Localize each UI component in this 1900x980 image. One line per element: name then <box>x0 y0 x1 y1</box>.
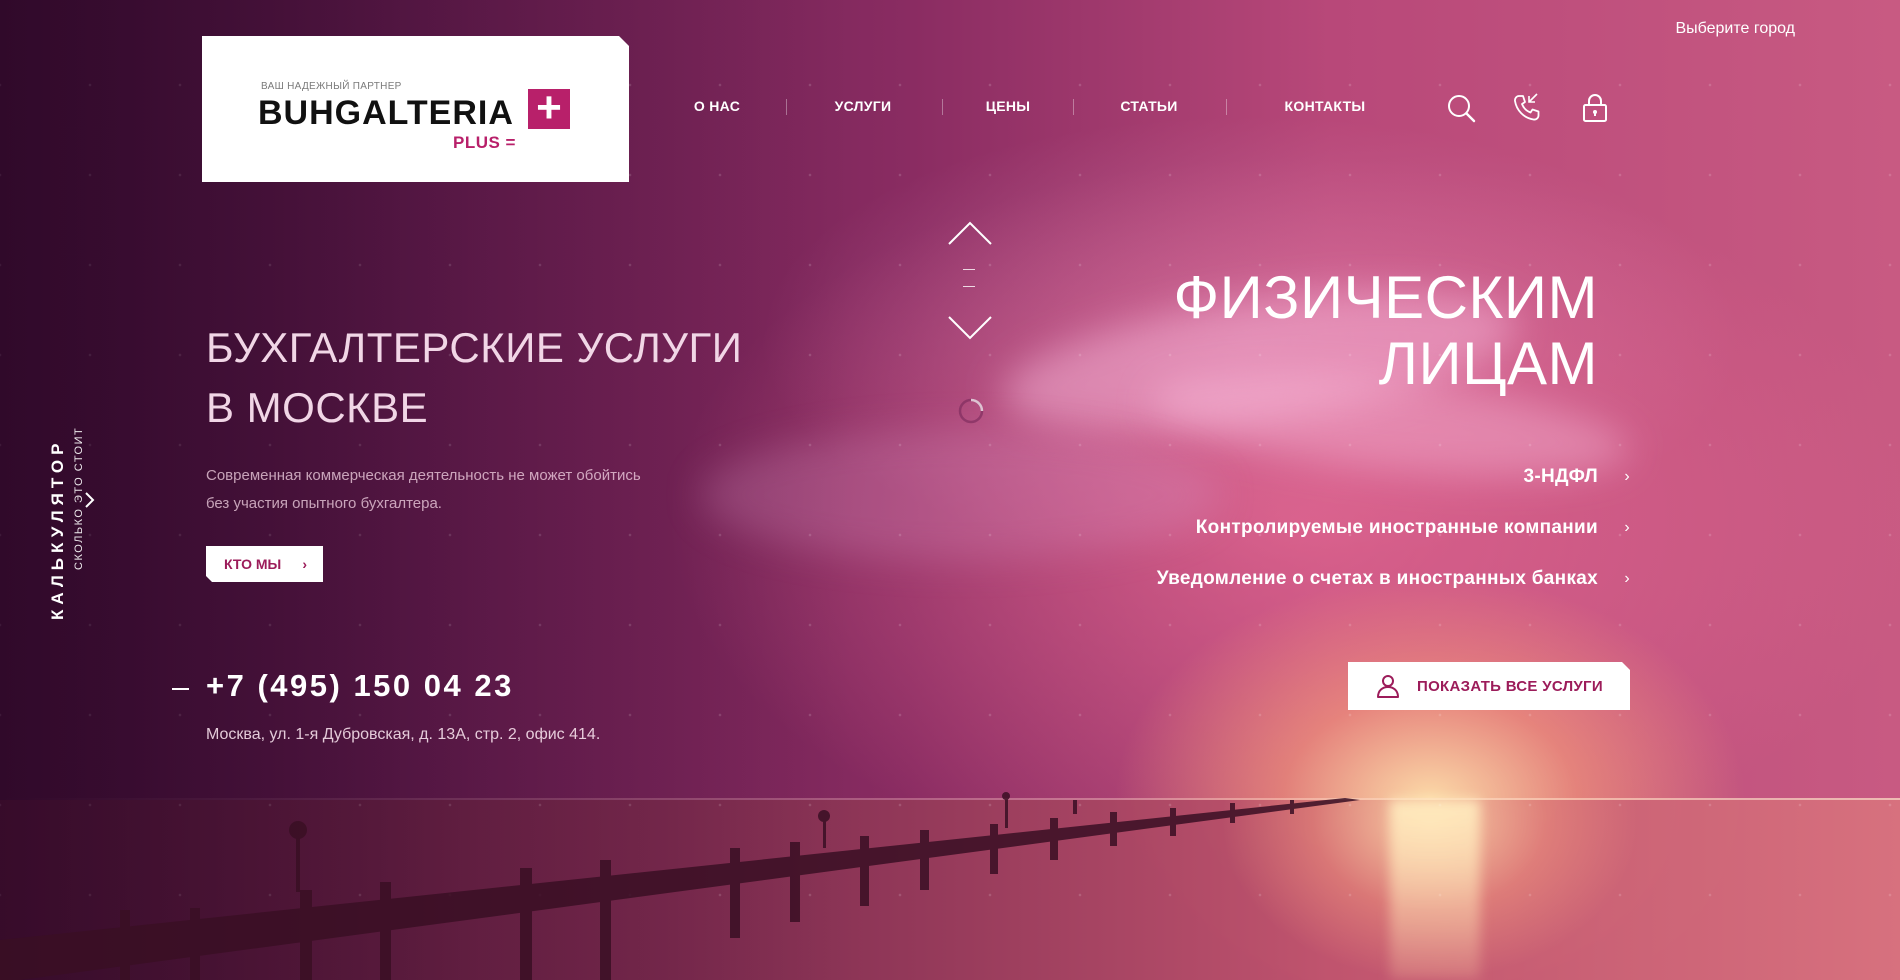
slider-indicator[interactable] <box>963 286 975 287</box>
slider-indicator[interactable] <box>963 269 975 270</box>
user-icon <box>1376 674 1400 698</box>
phone-icon[interactable] <box>1512 93 1542 123</box>
office-address: Москва, ул. 1-я Дубровская, д. 13А, стр.… <box>206 726 601 743</box>
show-all-services-button[interactable]: ПОКАЗАТЬ ВСЕ УСЛУГИ <box>1348 662 1630 710</box>
logo-plus-icon: + <box>528 86 570 130</box>
hero-title-line1: БУХГАЛТЕРСКИЕ УСЛУГИ <box>206 324 743 371</box>
slide-title-line1: ФИЗИЧЕСКИМ <box>1173 264 1598 331</box>
hero-title-line2: В МОСКВЕ <box>206 384 429 431</box>
logo-sub: PLUS = <box>453 133 516 152</box>
pier-illustration <box>0 792 1360 980</box>
slide-title-line2: ЛИЦАМ <box>1378 330 1598 397</box>
logo[interactable]: ВАШ НАДЕЖНЫЙ ПАРТНЕР BUHGALTERIA + PLUS … <box>202 36 629 182</box>
show-all-services-label: ПОКАЗАТЬ ВСЕ УСЛУГИ <box>1417 678 1603 695</box>
hero-desc-line2: без участия опытного бухгалтера. <box>206 495 442 512</box>
service-link[interactable]: Контролируемые иностранные компании › <box>980 517 1630 568</box>
service-label: Уведомление о счетах в иностранных банка… <box>1156 568 1598 589</box>
nav-separator <box>786 99 787 115</box>
loading-spinner-icon <box>958 398 984 424</box>
lock-icon[interactable] <box>1580 93 1610 123</box>
phone-dash <box>172 688 189 690</box>
who-we-are-button[interactable]: КТО МЫ › <box>206 546 323 582</box>
nav-item-about[interactable]: О НАС <box>694 98 740 114</box>
service-list: 3-НДФЛ › Контролируемые иностранные комп… <box>980 466 1630 619</box>
chevron-right-icon: › <box>1624 519 1630 536</box>
who-we-are-label: КТО МЫ <box>224 556 282 572</box>
hero-description: Современная коммерческая деятельность не… <box>206 462 706 518</box>
chevron-right-icon: › <box>302 556 307 572</box>
hero-desc-line1: Современная коммерческая деятельность не… <box>206 467 641 484</box>
city-select[interactable]: Выберите город <box>1675 20 1795 38</box>
calculator-title: КАЛЬКУЛЯТОР <box>48 438 67 620</box>
calculator-tab[interactable]: КАЛЬКУЛЯТОР СКОЛЬКО ЭТО СТОИТ <box>18 385 108 625</box>
service-label: 3-НДФЛ <box>1523 466 1598 487</box>
service-link[interactable]: Уведомление о счетах в иностранных банка… <box>980 568 1630 619</box>
slider-down-arrow-icon[interactable] <box>948 315 992 341</box>
search-icon[interactable] <box>1446 93 1476 123</box>
nav-separator <box>1073 99 1074 115</box>
nav-item-prices[interactable]: ЦЕНЫ <box>986 98 1031 114</box>
chevron-right-icon: › <box>1624 468 1630 485</box>
main-nav: О НАС УСЛУГИ ЦЕНЫ СТАТЬИ КОНТАКТЫ <box>665 98 1390 118</box>
logo-tagline: ВАШ НАДЕЖНЫЙ ПАРТНЕР <box>261 81 402 92</box>
chevron-right-icon: › <box>1624 570 1630 587</box>
slide-title: ФИЗИЧЕСКИМ ЛИЦАМ <box>1078 265 1598 397</box>
chevron-right-icon <box>85 492 95 508</box>
hero-title: БУХГАЛТЕРСКИЕ УСЛУГИ В МОСКВЕ <box>206 318 766 438</box>
logo-name: BUHGALTERIA <box>258 94 514 132</box>
service-link[interactable]: 3-НДФЛ › <box>980 466 1630 517</box>
service-label: Контролируемые иностранные компании <box>1195 517 1598 538</box>
phone-number[interactable]: +7 (495) 150 04 23 <box>206 668 514 704</box>
slider-up-arrow-icon[interactable] <box>948 220 992 246</box>
nav-item-services[interactable]: УСЛУГИ <box>835 98 892 114</box>
nav-item-contacts[interactable]: КОНТАКТЫ <box>1285 98 1366 114</box>
nav-separator <box>1226 99 1227 115</box>
nav-separator <box>942 99 943 115</box>
nav-item-articles[interactable]: СТАТЬИ <box>1120 98 1177 114</box>
